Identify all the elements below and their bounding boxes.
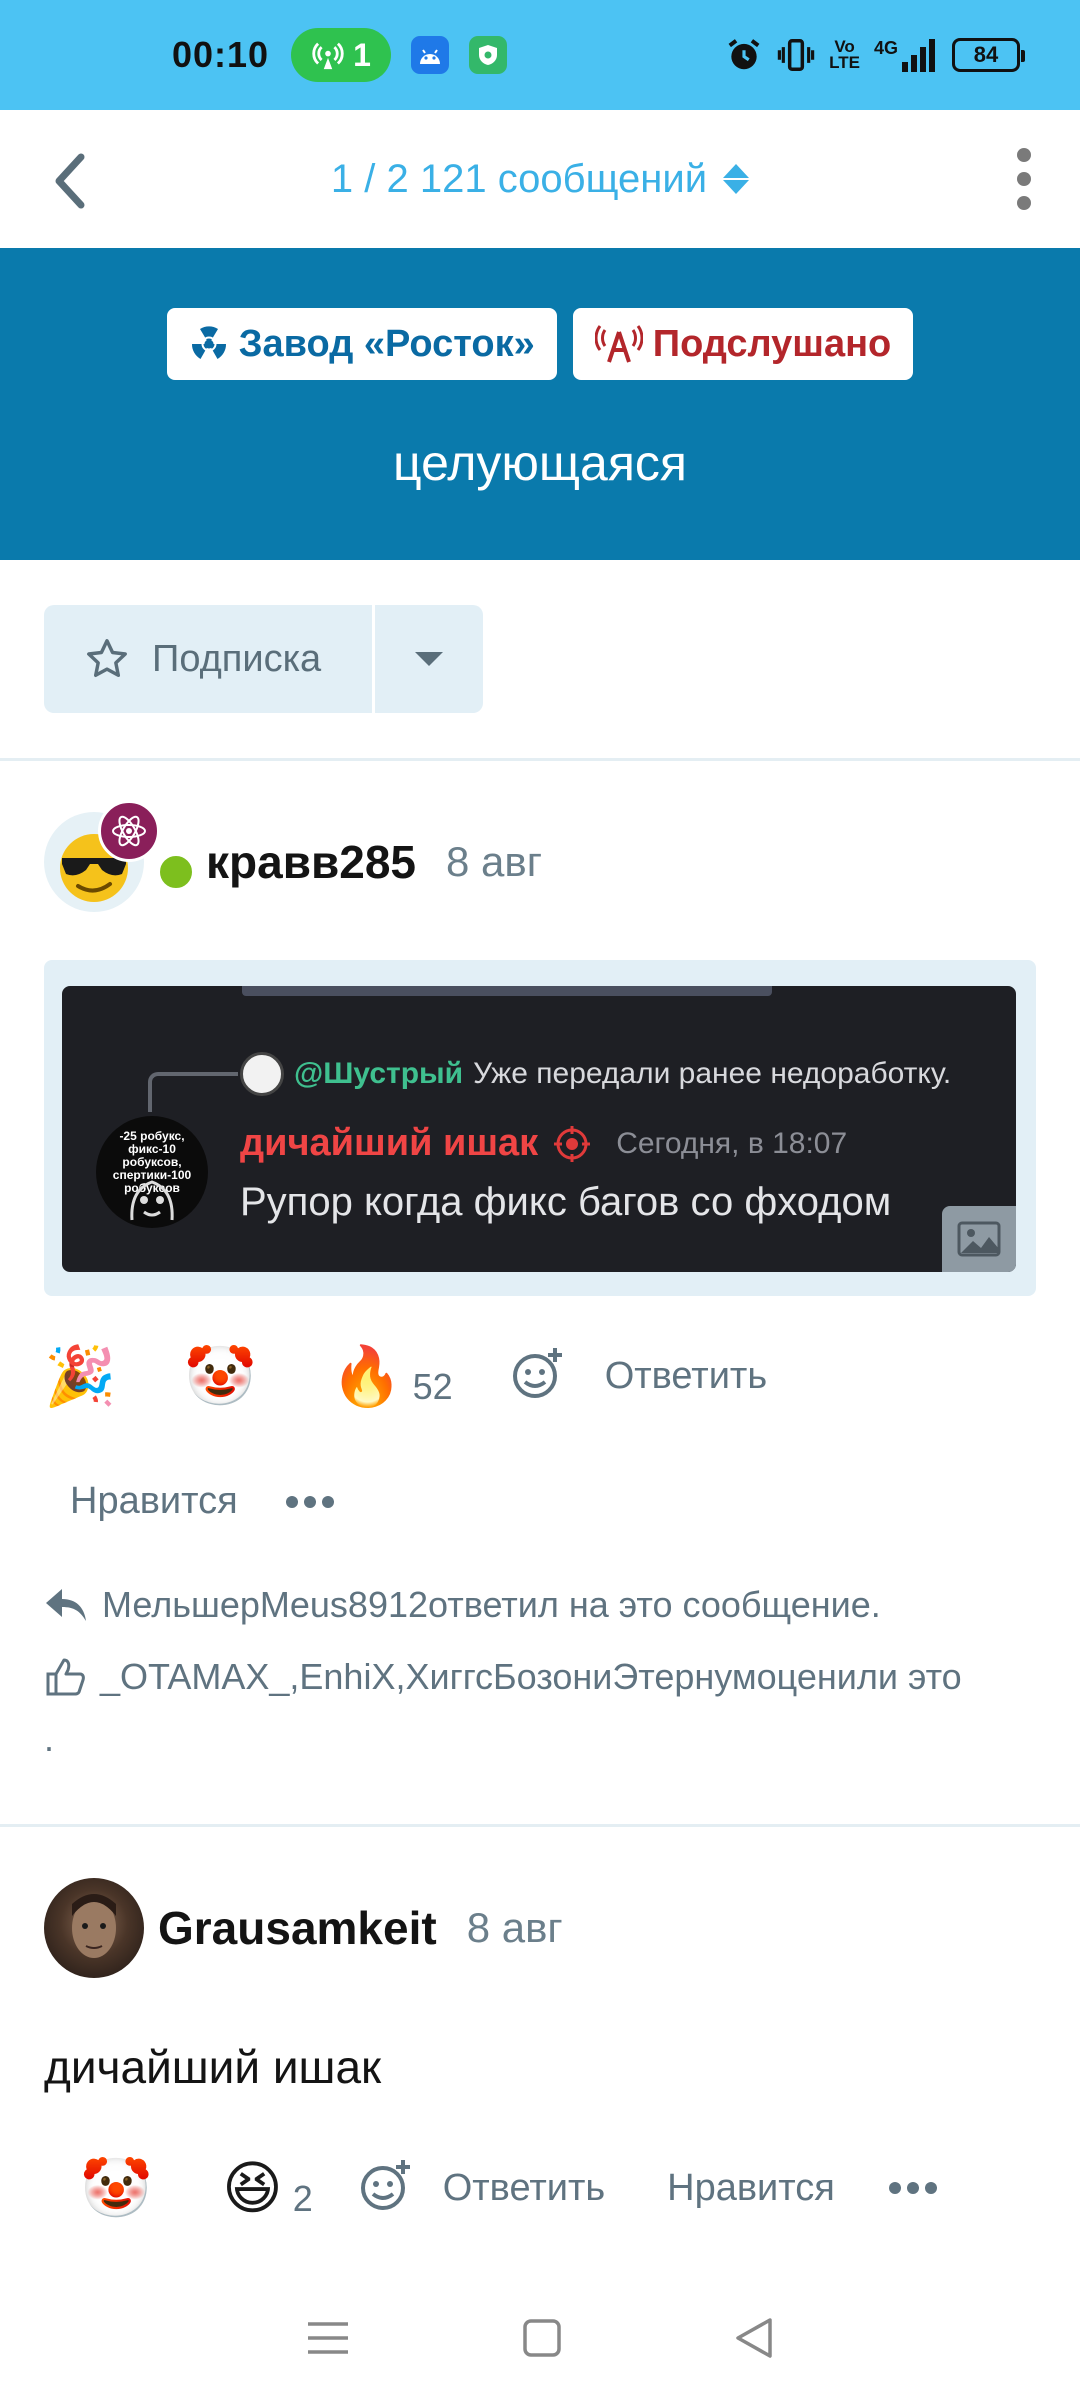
reply-mention: @Шустрый xyxy=(294,1057,464,1090)
reaction-bar: 🤡 😆 2 Ответить Нравится xyxy=(80,2156,937,2220)
tag-zavod-rostok[interactable]: Завод «Росток» xyxy=(166,308,557,380)
add-reaction-button[interactable] xyxy=(509,1346,565,1407)
sort-arrows-icon xyxy=(723,164,750,194)
reaction-count: 2 xyxy=(292,2178,313,2219)
post-header: Grausamkeit 8 авг xyxy=(44,1878,563,1978)
add-reaction-button[interactable] xyxy=(357,2158,413,2219)
laughing-emoji: 😆 xyxy=(222,2154,283,2222)
shield-icon xyxy=(469,36,508,74)
liked-info[interactable]: _OTAMAX_,EnhiX,ХиггсБозониЭтернумоценили… xyxy=(44,1656,962,1698)
home-square-icon[interactable] xyxy=(522,2318,562,2363)
reply-connector xyxy=(148,1072,238,1112)
add-reaction-icon xyxy=(360,2159,410,2210)
volte-indicator: Vo LTE xyxy=(829,37,860,72)
back-triangle-icon[interactable] xyxy=(734,2317,774,2364)
android-icon xyxy=(411,36,450,74)
reply-preview: @Шустрый Уже передали ранее недоработку. xyxy=(240,1052,951,1096)
system-nav-bar xyxy=(0,2280,1080,2400)
alarm-icon xyxy=(728,39,760,70)
star-icon xyxy=(87,639,127,678)
hotspot-icon xyxy=(312,42,344,70)
reaction-clown[interactable]: 🤡 xyxy=(80,2156,152,2220)
clown-emoji: 🤡 xyxy=(80,2154,153,2222)
status-time: 00:10 xyxy=(172,34,270,75)
post-actions: Нравится xyxy=(70,1480,334,1523)
screenshot-author: дичайший ишак Сегодня, в 18:07 xyxy=(240,1122,848,1164)
thread-title: целующаяся xyxy=(393,435,687,491)
post-body: дичайший ишак xyxy=(44,2041,382,2093)
more-horiz-icon[interactable] xyxy=(888,2182,937,2194)
fire-emoji: 🔥 xyxy=(330,1342,403,1410)
liked-info-end: . xyxy=(44,1718,55,1759)
image-icon[interactable] xyxy=(942,1206,1016,1272)
screenshot-avatar: -25 робукс, фикс-10 робуксов, спертики-1… xyxy=(96,1116,208,1228)
post-author[interactable]: Grausamkeit xyxy=(158,1901,437,1955)
online-indicator xyxy=(156,852,196,892)
post-author[interactable]: кравв285 xyxy=(206,835,416,889)
hotspot-indicator[interactable]: 1 xyxy=(291,28,392,82)
chat-screenshot: @Шустрый Уже передали ранее недоработку.… xyxy=(62,986,1016,1272)
battery-level: 84 xyxy=(973,42,999,67)
app-bar: 1 / 2 121 сообщений xyxy=(0,110,1080,248)
post-header: кравв285 8 авг xyxy=(44,800,542,912)
radiation-icon xyxy=(191,326,226,359)
signal-icon: 4G xyxy=(874,38,938,72)
watch-control: Подписка xyxy=(44,605,483,713)
reaction-laughing[interactable]: 😆 2 xyxy=(222,2156,313,2220)
reaction-party[interactable]: 🎉 xyxy=(44,1344,116,1408)
reaction-count: 52 xyxy=(412,1366,453,1407)
portrait-avatar xyxy=(72,1894,116,1958)
party-emoji: 🎉 xyxy=(44,1342,117,1410)
hotspot-count: 1 xyxy=(353,36,371,73)
thread-header: Завод «Росток» Подслушано целующаяся xyxy=(0,248,1080,560)
avatar[interactable] xyxy=(44,1878,144,1978)
reaction-fire[interactable]: 🔥 52 xyxy=(330,1344,452,1408)
broadcast-icon xyxy=(594,325,643,363)
screenshot-message: Рупор когда фикс багов со фходом xyxy=(240,1180,892,1224)
reply-button[interactable]: Ответить xyxy=(605,1355,767,1398)
add-reaction-icon xyxy=(512,1347,562,1398)
caret-down-icon xyxy=(415,652,443,666)
battery-icon: 84 xyxy=(952,38,1025,72)
reply-button[interactable]: Ответить xyxy=(443,2167,605,2210)
post-date[interactable]: 8 авг xyxy=(446,838,542,886)
reaction-clown[interactable]: 🤡 xyxy=(184,1344,256,1408)
mini-avatar xyxy=(240,1052,284,1096)
pager-label: 1 / 2 121 сообщений xyxy=(330,156,708,201)
avatar[interactable] xyxy=(44,800,196,912)
reply-arrow-icon xyxy=(46,1589,86,1621)
attached-image-container[interactable]: @Шустрый Уже передали ранее недоработку.… xyxy=(44,960,1036,1296)
watch-button[interactable]: Подписка xyxy=(44,605,372,713)
menu-icon[interactable] xyxy=(306,2318,350,2363)
post-date[interactable]: 8 авг xyxy=(467,1904,563,1952)
reply-text: Уже передали ранее недоработку. xyxy=(473,1057,952,1090)
status-bar: 00:10 1 Vo LTE 4G 84 xyxy=(0,0,1080,110)
crosshair-badge-icon xyxy=(554,1125,591,1162)
tag-podslushano[interactable]: Подслушано xyxy=(572,308,914,380)
reaction-bar: 🎉 🤡 🔥 52 Ответить xyxy=(44,1344,767,1408)
cropped-header-strip xyxy=(242,986,772,996)
thumbs-up-icon xyxy=(46,1658,85,1696)
like-button[interactable]: Нравится xyxy=(667,2167,835,2210)
like-button[interactable]: Нравится xyxy=(70,1480,238,1523)
more-horiz-icon[interactable] xyxy=(285,1495,334,1508)
watch-options-button[interactable] xyxy=(375,605,483,713)
clown-emoji: 🤡 xyxy=(184,1342,257,1410)
more-vert-icon[interactable] xyxy=(1004,144,1044,214)
page-navigator[interactable]: 1 / 2 121 сообщений xyxy=(0,110,1080,248)
divider xyxy=(0,758,1080,761)
replied-info[interactable]: МельшерMeus8912ответил на это сообщение. xyxy=(44,1584,881,1626)
vibrate-icon xyxy=(777,39,815,71)
divider xyxy=(0,1824,1080,1827)
react-atom-icon xyxy=(98,800,160,862)
watch-label: Подписка xyxy=(152,637,322,680)
